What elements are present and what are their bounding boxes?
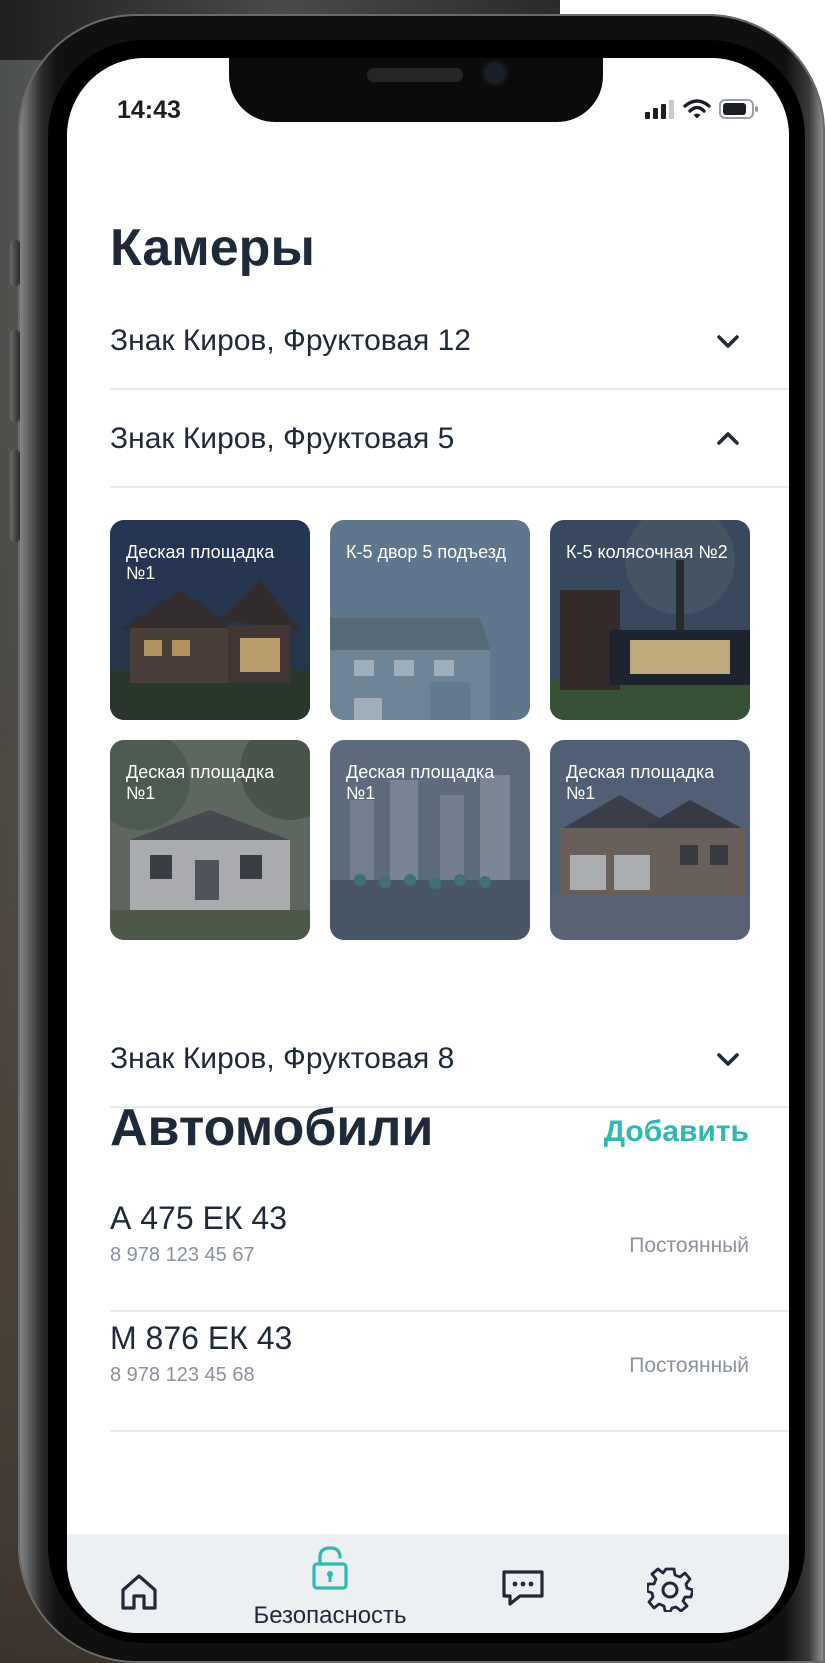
camera-tile[interactable]: К-5 колясочная №2 xyxy=(550,520,750,720)
tab-bar: Безопасность xyxy=(67,1534,789,1633)
camera-tile-label: Деская площадка №1 xyxy=(346,762,495,803)
chevron-up-icon xyxy=(717,432,739,445)
signal-icon xyxy=(645,100,674,119)
home-icon xyxy=(121,1574,157,1610)
battery-icon xyxy=(719,99,758,119)
camera-group-fruktovaya-12[interactable]: Знак Киров, Фруктовая 12 xyxy=(110,296,789,390)
car-plate: М 876 ЕК 43 xyxy=(110,1320,293,1356)
camera-tile[interactable]: Деская площадка №1 xyxy=(110,740,310,940)
wifi-icon xyxy=(683,99,711,119)
phone-volume-up xyxy=(10,330,20,422)
phone-volume-down xyxy=(10,450,20,542)
car-plate: А 475 ЕК 43 xyxy=(110,1200,287,1236)
status-bar: 14:43 xyxy=(67,58,789,138)
car-row[interactable]: А 475 ЕК 43 8 978 123 45 67 Постоянный xyxy=(110,1194,789,1312)
notch xyxy=(229,58,603,122)
car-phone: 8 978 123 45 67 xyxy=(110,1244,255,1266)
camera-tile-label: К-5 двор 5 подъезд xyxy=(346,542,507,562)
front-camera xyxy=(484,62,506,84)
app-screen: 14:43 Камеры Знак Киров, Фруктовая 12 Зн… xyxy=(67,58,789,1633)
add-car-button[interactable]: Добавить xyxy=(604,1115,749,1149)
camera-group-label: Знак Киров, Фруктовая 8 xyxy=(110,1042,455,1075)
chat-icon xyxy=(502,1570,544,1606)
car-access-type: Постоянный xyxy=(629,1354,749,1377)
camera-tile-label: Деская площадка №1 xyxy=(126,542,275,583)
camera-group-label: Знак Киров, Фруктовая 12 xyxy=(110,324,471,357)
chevron-down-icon xyxy=(717,1053,739,1066)
tab-settings[interactable] xyxy=(647,1534,707,1633)
camera-group-fruktovaya-8[interactable]: Знак Киров, Фруктовая 8 xyxy=(110,1014,789,1108)
camera-group-label: Знак Киров, Фруктовая 5 xyxy=(110,422,455,455)
cars-title: Автомобили xyxy=(110,1099,434,1157)
camera-tile[interactable]: Деская площадка №1 xyxy=(110,520,310,720)
speaker-grille xyxy=(367,68,463,82)
camera-tile-label: Деская площадка №1 xyxy=(566,762,715,803)
phone-mute-switch xyxy=(10,240,20,286)
status-time: 14:43 xyxy=(117,96,181,124)
tab-chat[interactable] xyxy=(500,1534,560,1633)
camera-tile-label: К-5 колясочная №2 xyxy=(566,542,728,562)
camera-group-fruktovaya-5[interactable]: Знак Киров, Фруктовая 5 xyxy=(110,394,789,488)
camera-tile[interactable]: К-5 двор 5 подъезд xyxy=(330,520,530,720)
status-icons xyxy=(645,98,759,120)
tab-security-label: Безопасность xyxy=(253,1602,407,1629)
car-row[interactable]: М 876 ЕК 43 8 978 123 45 68 Постоянный xyxy=(110,1314,789,1432)
car-phone: 8 978 123 45 68 xyxy=(110,1364,255,1386)
chevron-down-icon xyxy=(717,335,739,348)
car-access-type: Постоянный xyxy=(629,1234,749,1257)
camera-tile[interactable]: Деская площадка №1 xyxy=(330,740,530,940)
camera-tile[interactable]: Деская площадка №1 xyxy=(550,740,750,940)
cameras-title: Камеры xyxy=(110,219,315,277)
tab-home[interactable] xyxy=(117,1534,177,1633)
lock-icon xyxy=(312,1546,348,1590)
tab-security[interactable]: Безопасность xyxy=(230,1534,430,1633)
gear-icon xyxy=(647,1567,693,1612)
camera-tile-label: Деская площадка №1 xyxy=(126,762,275,803)
